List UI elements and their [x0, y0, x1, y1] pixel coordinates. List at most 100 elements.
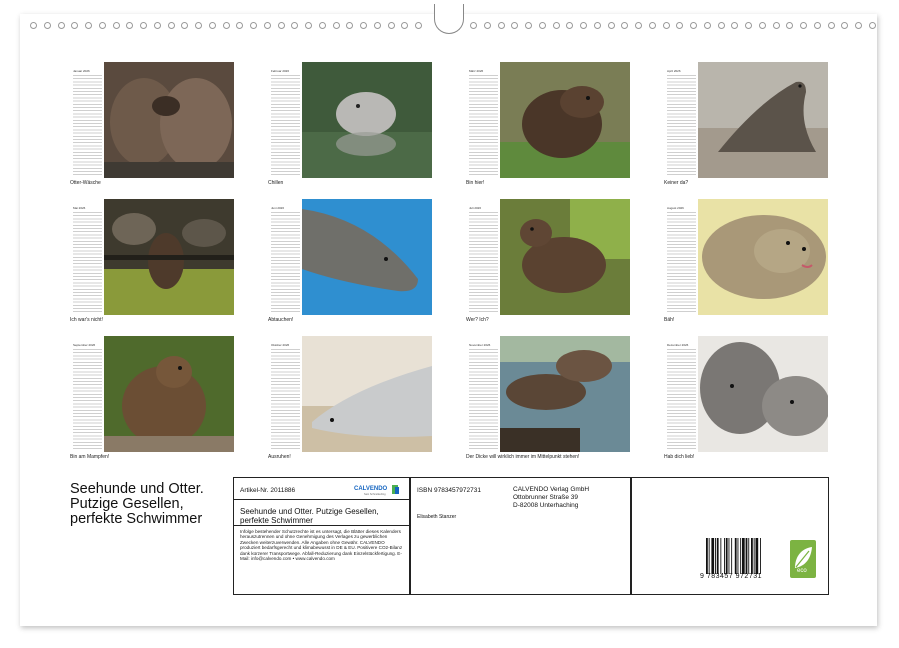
- day-lines: [667, 349, 696, 449]
- month-photo: [104, 199, 234, 315]
- binding-ring: [85, 22, 92, 29]
- photo-caption: Otter-Wäsche: [70, 180, 101, 186]
- binding-ring: [223, 22, 230, 29]
- month-panel: September 2026Bin am Mampfen!: [70, 336, 234, 452]
- month-panel: Januar 2026Otter-Wäsche: [70, 62, 234, 178]
- publisher-line-2: Ottobrunner Straße 39: [513, 494, 578, 501]
- binding-ring: [731, 22, 738, 29]
- barcode-bar: [738, 538, 739, 574]
- binding-ring: [718, 22, 725, 29]
- month-panel: Dezember 2026Hab dich lieb!: [664, 336, 828, 452]
- day-lines: [667, 212, 696, 312]
- month-panel: April 2026Keiner da?: [664, 62, 828, 178]
- photo-caption: Keiner da?: [664, 180, 688, 186]
- mini-calendar: August 2026: [664, 199, 699, 315]
- month-label: April 2026: [667, 69, 681, 73]
- barcode: [706, 538, 772, 574]
- month-label: November 2026: [469, 343, 490, 347]
- binding-ring: [195, 22, 202, 29]
- mini-calendar: November 2026: [466, 336, 501, 452]
- month-label: Mai 2026: [73, 206, 85, 210]
- binding-ring: [580, 22, 587, 29]
- binding-ring: [814, 22, 821, 29]
- binding-ring: [841, 22, 848, 29]
- month-photo: [302, 199, 432, 315]
- day-lines: [469, 75, 498, 175]
- barcode-bar: [729, 538, 730, 574]
- binding-ring: [745, 22, 752, 29]
- binding-ring: [360, 22, 367, 29]
- month-label: Februar 2026: [271, 69, 289, 73]
- photo-caption: Bäh!: [664, 317, 674, 323]
- mini-calendar: Februar 2026: [268, 62, 303, 178]
- binding-ring: [181, 22, 188, 29]
- barcode-bar: [760, 538, 761, 574]
- day-lines: [73, 75, 102, 175]
- photo-caption: Wer? Ich?: [466, 317, 489, 323]
- binding-ring: [113, 22, 120, 29]
- day-lines: [73, 349, 102, 449]
- barcode-bar: [720, 538, 721, 574]
- barcode-bar: [756, 538, 759, 574]
- binding-ring: [236, 22, 243, 29]
- binding-ring: [484, 22, 491, 29]
- hanger-hook: [434, 4, 464, 34]
- spiral-binding: [0, 0, 899, 30]
- binding-ring: [99, 22, 106, 29]
- publisher-line-3: D-82008 Unterhaching: [513, 502, 578, 509]
- binding-ring: [539, 22, 546, 29]
- binding-ring: [663, 22, 670, 29]
- barcode-bar: [742, 538, 745, 574]
- eco-badge: eco: [790, 540, 816, 578]
- month-panel: August 2026Bäh!: [664, 199, 828, 315]
- photo-caption: Ich war's nicht!: [70, 317, 103, 323]
- binding-ring: [44, 22, 51, 29]
- binding-ring: [305, 22, 312, 29]
- binding-ring: [71, 22, 78, 29]
- binding-ring: [401, 22, 408, 29]
- binding-ring: [333, 22, 340, 29]
- binding-ring: [676, 22, 683, 29]
- photo-caption: Chillen: [268, 180, 283, 186]
- subtitle-line-1: Seehunde und Otter. Putzige Gesellen,: [240, 507, 379, 516]
- month-photo: [698, 62, 828, 178]
- binding-ring: [346, 22, 353, 29]
- binding-ring: [264, 22, 271, 29]
- legal-notice: Infolge bestehender Schutzrechte ist es …: [240, 529, 405, 561]
- month-photo: [104, 336, 234, 452]
- title-line-2: Putzige Gesellen,: [70, 497, 204, 512]
- binding-ring: [126, 22, 133, 29]
- binding-ring: [828, 22, 835, 29]
- photo-caption: Bin am Mampfen!: [70, 454, 109, 460]
- barcode-bar: [740, 538, 741, 574]
- mini-calendar: Mai 2026: [70, 199, 105, 315]
- barcode-bar: [715, 538, 716, 574]
- month-photo: [500, 199, 630, 315]
- month-label: Juli 2026: [469, 206, 481, 210]
- month-label: September 2026: [73, 343, 95, 347]
- photo-caption: Abtauchen!: [268, 317, 293, 323]
- binding-ring: [855, 22, 862, 29]
- binding-ring: [594, 22, 601, 29]
- barcode-bar: [751, 538, 753, 574]
- binding-ring: [621, 22, 628, 29]
- month-panel: Oktober 2026Ausruhen!: [268, 336, 432, 452]
- calvendo-logo: CALVENDO Sein Schmökerling: [354, 483, 402, 497]
- binding-ring: [690, 22, 697, 29]
- binding-ring: [800, 22, 807, 29]
- binding-ring: [140, 22, 147, 29]
- barcode-bar: [754, 538, 755, 574]
- binding-ring: [869, 22, 876, 29]
- month-label: Oktober 2026: [271, 343, 289, 347]
- month-panel: Juni 2026Abtauchen!: [268, 199, 432, 315]
- binding-ring: [278, 22, 285, 29]
- day-lines: [469, 349, 498, 449]
- binding-ring: [786, 22, 793, 29]
- svg-text:Sein Schmökerling: Sein Schmökerling: [364, 492, 386, 496]
- binding-ring: [704, 22, 711, 29]
- barcode-bar: [717, 538, 719, 574]
- binding-ring: [773, 22, 780, 29]
- day-lines: [271, 212, 300, 312]
- binding-ring: [374, 22, 381, 29]
- month-photo: [302, 336, 432, 452]
